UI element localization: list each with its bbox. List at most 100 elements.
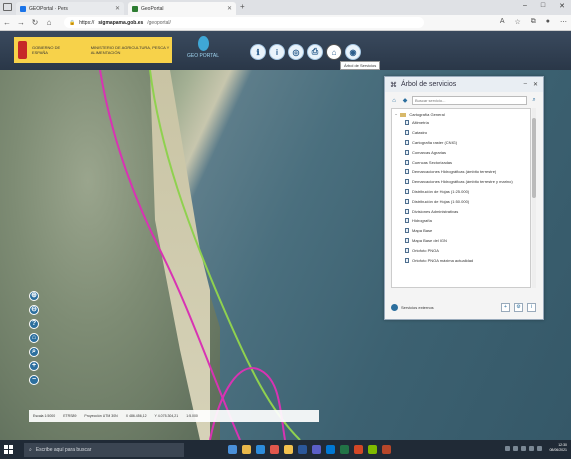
document-icon (405, 228, 409, 234)
layers-icon[interactable]: ◎ (288, 44, 304, 60)
site-header: GOBIERNO DE ESPAÑA MINISTERIO DE AGRICUL… (0, 31, 571, 70)
tree-item[interactable]: Comarcas Agrarias (395, 147, 527, 157)
globe-icon[interactable]: ◉ (345, 44, 361, 60)
tree-item[interactable]: Ortofoto PNOA máxima actualidad (395, 255, 527, 265)
home-view-icon[interactable]: ⌂ (29, 333, 39, 343)
tray-icon[interactable] (521, 445, 527, 451)
taskbar-apps (228, 445, 391, 454)
minimize-button[interactable]: – (523, 2, 527, 10)
browser-tab-strip: GEOPortal · Pers ✕ GeoPortal ✕ + – □ ✕ (0, 0, 571, 15)
services-tree-icon[interactable]: ⌂ (326, 44, 342, 60)
tree-item[interactable]: Ortofoto PNOA (395, 245, 527, 255)
info-small-icon[interactable]: i (527, 302, 536, 312)
tree-item[interactable]: Cartografía raster (CNIG) (395, 138, 527, 148)
tray-icon[interactable] (505, 445, 511, 451)
document-icon (405, 179, 409, 185)
print-icon[interactable]: ⎙ (307, 44, 323, 60)
taskbar-search[interactable]: ⌕ Escribe aquí para buscar (24, 442, 184, 457)
search-map-icon[interactable]: ⌕ (29, 347, 39, 357)
volume-icon[interactable] (537, 445, 543, 451)
tab-favicon-icon (20, 5, 26, 12)
tree-item-label: Mapa Base del IGN (412, 237, 447, 243)
file-explorer-icon[interactable] (242, 445, 251, 454)
chrome-icon[interactable] (270, 445, 279, 454)
service-search-input[interactable] (412, 96, 527, 105)
layers-add-icon[interactable]: ◆ (401, 97, 409, 104)
zoom-in-button[interactable]: + (29, 361, 39, 371)
clock[interactable]: 12:30 08/06/2021 (549, 443, 567, 453)
geoportal-logo[interactable]: GEO PORTAL (178, 36, 228, 66)
windows-start-icon[interactable] (4, 445, 18, 454)
zoom-extent-icon[interactable]: ⊕ (29, 291, 39, 301)
tab-close-icon[interactable]: ✕ (115, 5, 120, 12)
tree-item-label: Hidrografía (412, 218, 432, 224)
search-icon[interactable]: ⌕ (530, 97, 538, 104)
tab-geoportal[interactable]: GeoPortal ✕ (128, 2, 236, 15)
teams-icon[interactable] (312, 445, 321, 454)
search-icon: ⌕ (29, 446, 32, 453)
tab-close-icon[interactable]: ✕ (227, 5, 232, 12)
tree-item[interactable]: Mapa Base del IGN (395, 236, 527, 246)
tree-item[interactable]: Altimetría (395, 118, 527, 128)
more-menu-icon[interactable]: ⋯ (560, 18, 567, 26)
tree-item[interactable]: Demarcaciones Hidrográficas (ámbito terr… (395, 177, 527, 187)
tab-label: GeoPortal (141, 5, 164, 12)
url-host: sigmapama.gob.es (98, 19, 144, 26)
collapse-icon[interactable]: − (395, 112, 397, 117)
favorite-star-icon[interactable]: ☆ (514, 18, 520, 26)
reload-icon[interactable]: ↻ (28, 18, 42, 27)
document-icon (405, 198, 409, 204)
government-logo[interactable]: GOBIERNO DE ESPAÑA MINISTERIO DE AGRICUL… (14, 37, 172, 63)
tab-geoportal-pers[interactable]: GEOPortal · Pers ✕ (16, 2, 124, 15)
external-services-icon[interactable] (391, 303, 398, 311)
word-icon[interactable] (298, 445, 307, 454)
tree-item[interactable]: Mapa Base (395, 226, 527, 236)
powerpoint-icon[interactable] (354, 445, 363, 454)
tree-scrollbar[interactable] (532, 108, 536, 288)
edge-icon[interactable] (256, 445, 265, 454)
close-window-button[interactable]: ✕ (559, 2, 565, 10)
url-field[interactable]: 🔒 https://sigmapama.gob.es/geoportal/ (64, 17, 424, 28)
wifi-icon[interactable] (529, 445, 535, 451)
new-tab-button[interactable]: + (240, 2, 245, 11)
tree-item[interactable]: Demarcaciones Hidrográficas (ámbito terr… (395, 167, 527, 177)
minimize-panel-icon[interactable]: – (524, 81, 527, 88)
info-icon[interactable]: i (269, 44, 285, 60)
tree-item[interactable]: Divisiones Administrativas (395, 206, 527, 216)
document-icon (405, 237, 409, 243)
tray-icon[interactable] (513, 445, 519, 451)
profile-icon[interactable]: ● (546, 18, 550, 26)
back-arrow-icon[interactable]: ← (0, 18, 14, 27)
info-circle-icon[interactable]: ℹ (250, 44, 266, 60)
outlook-icon[interactable] (326, 445, 335, 454)
window-menu-icon[interactable] (3, 3, 12, 11)
tree-root[interactable]: − Cartografía General (395, 111, 527, 118)
tree-item[interactable]: Hidrografía (395, 216, 527, 226)
zoom-out-button[interactable]: − (29, 375, 39, 385)
home-icon[interactable]: ⌂ (42, 18, 56, 27)
window-controls: – □ ✕ (523, 2, 565, 10)
collections-icon[interactable]: ⧉ (531, 18, 536, 26)
task-view-icon[interactable] (228, 445, 237, 454)
forward-arrow-icon[interactable]: → (14, 18, 28, 27)
app-red-icon[interactable] (382, 445, 391, 454)
tree-item[interactable]: Catastro (395, 128, 527, 138)
home-icon[interactable]: ⌂ (390, 98, 398, 104)
tree-item[interactable]: Distribución de Hojas (1:50.000) (395, 196, 527, 206)
zoom-out-extent-icon[interactable]: ⊖ (29, 305, 39, 315)
app-icon[interactable] (284, 445, 293, 454)
add-service-button[interactable]: + (501, 302, 510, 312)
tree-item[interactable]: Distribución de Hojas (1:25.000) (395, 187, 527, 197)
maximize-button[interactable]: □ (541, 2, 545, 10)
app-green-icon[interactable] (368, 445, 377, 454)
excel-icon[interactable] (340, 445, 349, 454)
close-panel-icon[interactable]: ✕ (533, 81, 538, 88)
settings-icon[interactable]: ⚙ (514, 302, 523, 312)
help-icon[interactable]: ? (29, 319, 39, 329)
scrollbar-thumb[interactable] (532, 118, 536, 198)
read-aloud-icon[interactable]: A (500, 18, 505, 26)
tree-item[interactable]: Cuencas Sectorizadas (395, 157, 527, 167)
document-icon (405, 130, 409, 136)
footer-label[interactable]: Servicios externos (401, 305, 434, 310)
y-coordinate: Y 4.075.304,21 (154, 414, 179, 418)
